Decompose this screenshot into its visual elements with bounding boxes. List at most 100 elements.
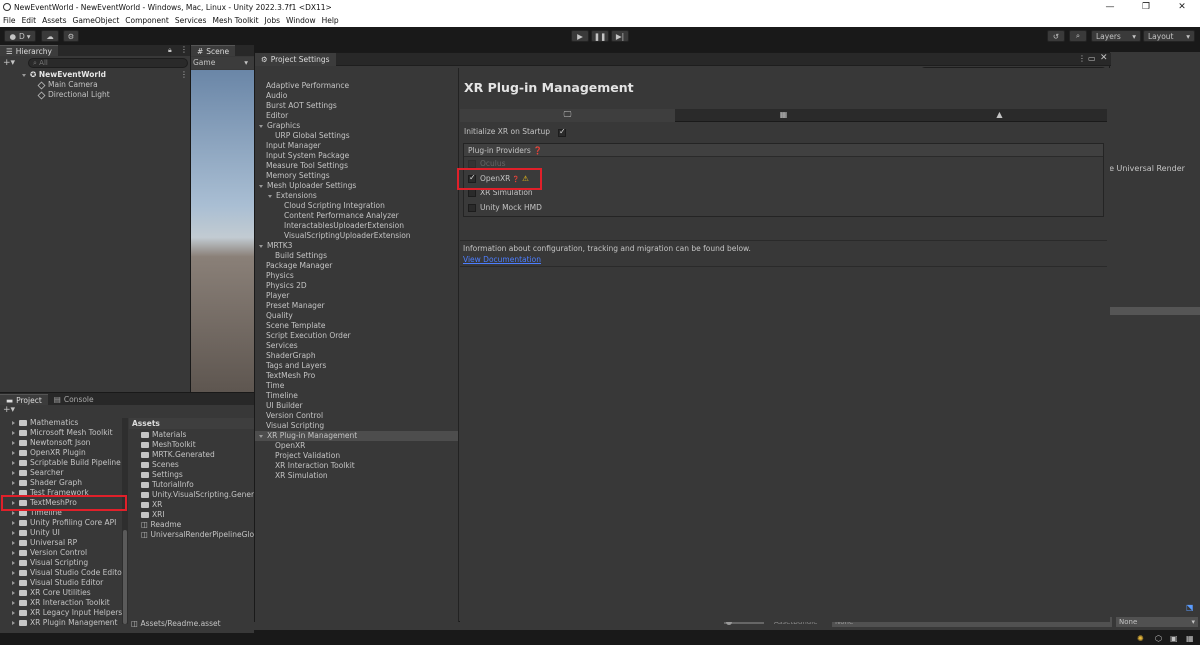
package-item[interactable]: Newtonsoft Json [12,438,122,448]
tab-platform-android[interactable]: ▲ [892,109,1107,122]
package-item[interactable]: Visual Scripting [12,558,122,568]
settings-nav-item[interactable]: Package Manager [255,261,458,271]
foldout-open-icon[interactable] [259,184,263,188]
foldout-closed-icon[interactable] [12,621,15,625]
foldout-closed-icon[interactable] [12,591,15,595]
foldout-open-icon[interactable] [22,73,26,77]
scrollbar-thumb[interactable] [123,530,127,624]
foldout-closed-icon[interactable] [12,531,15,535]
settings-nav-item[interactable]: Graphics [255,121,458,131]
settings-nav-item[interactable]: UI Builder [255,401,458,411]
preview-slider[interactable] [724,619,764,625]
layers-dropdown[interactable]: Layers ▾ [1091,30,1141,42]
asset-item[interactable]: XRI [141,510,165,520]
package-item[interactable]: Visual Studio Code Editor [12,568,122,578]
foldout-closed-icon[interactable] [12,521,15,525]
settings-nav-item[interactable]: Physics [255,271,458,281]
game-viewport[interactable] [191,70,254,392]
restore-button[interactable]: ❐ [1128,0,1164,14]
settings-nav-item[interactable]: TextMesh Pro [255,371,458,381]
menu-file[interactable]: File [3,16,16,25]
settings-nav-item[interactable]: Extensions [255,191,458,201]
project-add-button[interactable]: +▾ [3,405,15,415]
settings-nav-item[interactable]: URP Global Settings [255,131,458,141]
hierarchy-search-input[interactable]: ⌕ All [28,58,188,68]
view-documentation-link[interactable]: View Documentation [463,255,541,265]
settings-nav-item[interactable]: Preset Manager [255,301,458,311]
foldout-closed-icon[interactable] [12,421,15,425]
settings-nav-item[interactable]: Memory Settings [255,171,458,181]
settings-nav-item[interactable]: Input Manager [255,141,458,151]
settings-nav-item[interactable]: Input System Package [255,151,458,161]
settings-nav-item[interactable]: Quality [255,311,458,321]
menu-mesh-toolkit[interactable]: Mesh Toolkit [212,16,258,25]
asset-item[interactable]: Unity.VisualScripting.Generated [141,490,254,500]
account-dropdown[interactable]: ● D ▾ [4,30,36,42]
settings-nav-item[interactable]: Measure Tool Settings [255,161,458,171]
cache-icon[interactable]: ▦ [1186,634,1194,643]
provider-checkbox[interactable] [468,203,476,212]
package-item[interactable]: Unity UI [12,528,122,538]
menu-assets[interactable]: Assets [42,16,66,25]
foldout-closed-icon[interactable] [12,511,15,515]
settings-nav-item[interactable]: Player [255,291,458,301]
collab-button[interactable]: ⚙ [63,30,79,42]
settings-nav-item[interactable]: MRTK3 [255,241,458,251]
scene-menu-icon[interactable]: ⋮ [180,70,188,79]
add-button[interactable]: +▾ [3,58,15,68]
lock-icon[interactable]: 🔒︎ [168,46,172,55]
menu-gameobject[interactable]: GameObject [73,16,120,25]
play-button[interactable]: ▶ [571,30,589,42]
tab-platform-windows-store[interactable]: ▦ [676,109,891,122]
asset-item[interactable]: Scenes [141,460,179,470]
foldout-closed-icon[interactable] [12,541,15,545]
tab-project-settings[interactable]: ⚙ Project Settings [255,53,336,66]
settings-nav-item[interactable]: Visual Scripting [255,421,458,431]
settings-nav-item[interactable]: Editor [255,111,458,121]
foldout-closed-icon[interactable] [12,431,15,435]
settings-nav-item[interactable]: ShaderGraph [255,351,458,361]
provider-checkbox[interactable] [468,189,476,197]
package-item[interactable]: Unity Profiling Core API [12,518,122,528]
package-item[interactable]: Mathematics [12,418,122,428]
foldout-closed-icon[interactable] [12,601,15,605]
settings-nav-item[interactable]: Audio [255,91,458,101]
tab-scene[interactable]: # Scene [191,45,236,56]
network-icon[interactable]: ▣ [1170,634,1178,643]
package-item[interactable]: Version Control [12,548,122,558]
tab-hierarchy[interactable]: ☰ Hierarchy [0,45,58,56]
package-item[interactable]: XR Legacy Input Helpers [12,608,122,618]
package-item[interactable]: Searcher [12,468,122,478]
asset-item[interactable]: MRTK.Generated [141,450,215,460]
settings-nav-item[interactable]: Build Settings [255,251,458,261]
settings-nav-item[interactable]: Scene Template [255,321,458,331]
foldout-open-icon[interactable] [259,434,263,438]
hierarchy-item[interactable]: Directional Light [37,90,110,100]
asset-item[interactable]: Settings [141,470,183,480]
game-display-dropdown[interactable]: Game ▾ [191,57,254,69]
settings-nav-item[interactable]: Services [255,341,458,351]
package-item[interactable]: XR Plugin Management [12,618,122,628]
settings-nav-item[interactable]: Project Validation [255,451,458,461]
settings-nav-item[interactable]: XR Plug-in Management [255,431,458,441]
package-item[interactable]: OpenXR Plugin [12,448,122,458]
foldout-closed-icon[interactable] [12,551,15,555]
step-button[interactable]: ▶| [611,30,629,42]
settings-nav-item[interactable]: Script Execution Order [255,331,458,341]
foldout-open-icon[interactable] [259,124,263,128]
menu-jobs[interactable]: Jobs [265,16,280,25]
package-item[interactable]: Shader Graph [12,478,122,488]
settings-nav-item[interactable]: Version Control [255,411,458,421]
search-button[interactable]: ⌕ [1069,30,1087,42]
hierarchy-item[interactable]: Main Camera [37,80,98,90]
kebab-menu-icon[interactable]: ⋮ [1078,54,1086,63]
foldout-open-icon[interactable] [268,194,272,198]
cloud-button[interactable]: ☁ [41,30,59,42]
history-button[interactable]: ↺ [1047,30,1065,42]
settings-nav-item[interactable]: Cloud Scripting Integration [255,201,458,211]
debug-icon[interactable]: ⬡ [1155,634,1162,643]
settings-nav-item[interactable]: Physics 2D [255,281,458,291]
asset-item[interactable]: Materials [141,430,186,440]
menu-services[interactable]: Services [175,16,207,25]
settings-nav-item[interactable]: InteractablesUploaderExtension [255,221,458,231]
